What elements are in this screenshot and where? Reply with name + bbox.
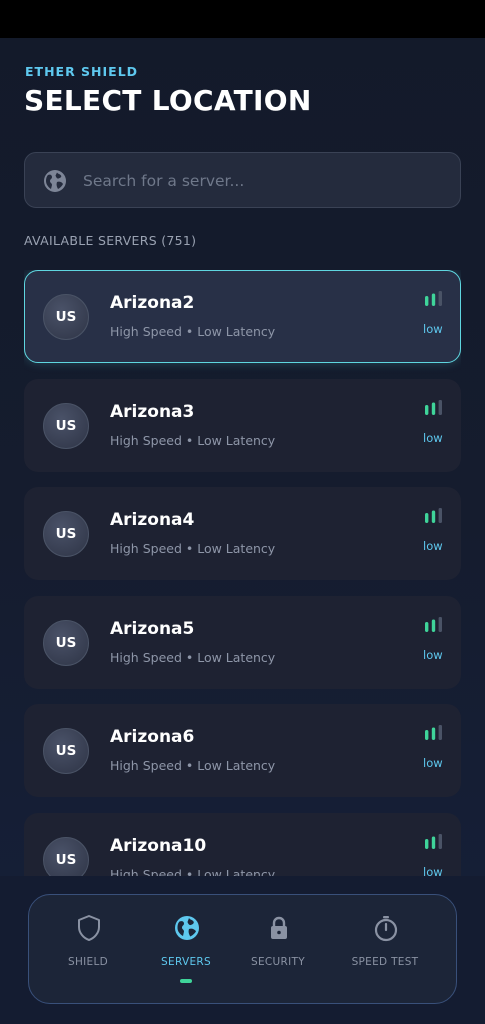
signal-strength-icon bbox=[425, 508, 442, 523]
ping-label: low bbox=[423, 322, 443, 336]
server-subtitle: High Speed • Low Latency bbox=[110, 758, 276, 773]
signal-strength-icon bbox=[425, 291, 442, 306]
signal-strength-icon bbox=[425, 616, 442, 632]
server-name: Arizona5 bbox=[110, 618, 195, 639]
server-card[interactable]: US Arizona2 High Speed • Low Latency low bbox=[24, 270, 461, 363]
country-badge: US bbox=[43, 728, 89, 774]
shield-icon bbox=[78, 915, 100, 941]
server-card[interactable]: US Arizona4 High Speed • Low Latency low bbox=[24, 487, 461, 580]
server-name: Arizona6 bbox=[110, 727, 195, 747]
server-subtitle: High Speed • Low Latency bbox=[110, 324, 276, 339]
country-badge: US bbox=[43, 402, 89, 449]
ping-label: low bbox=[423, 756, 443, 770]
signal-strength-icon bbox=[425, 399, 442, 415]
server-card[interactable]: US Arizona6 High Speed • Low Latency low bbox=[24, 704, 461, 797]
tab-speed-test[interactable]: SPEED TEST bbox=[335, 895, 435, 1003]
server-subtitle: High Speed • Low Latency bbox=[110, 541, 276, 556]
ping-label: low bbox=[423, 647, 443, 662]
server-subtitle: High Speed • Low Latency bbox=[110, 432, 276, 448]
signal-strength-icon bbox=[425, 725, 442, 740]
server-name: Arizona3 bbox=[110, 401, 195, 422]
search-bar[interactable] bbox=[24, 152, 461, 209]
app-brand: ETHER SHIELD bbox=[25, 64, 139, 79]
bottom-nav: SHIELD SERVERS SECURITY SPEED TEST bbox=[28, 894, 457, 1004]
tab-label: SERVERS bbox=[161, 956, 211, 968]
server-subtitle: High Speed • Low Latency bbox=[110, 649, 276, 665]
tab-label: SHIELD bbox=[67, 956, 109, 968]
globe-icon bbox=[175, 916, 199, 940]
country-badge: US bbox=[43, 294, 89, 340]
server-card[interactable]: US Arizona5 High Speed • Low Latency low bbox=[24, 595, 461, 689]
status-bar bbox=[0, 0, 485, 38]
ping-label: low bbox=[423, 539, 443, 553]
tab-servers[interactable]: SERVERS bbox=[136, 895, 236, 1003]
server-card[interactable]: US Arizona10 High Speed • Low Latency low bbox=[24, 812, 461, 877]
search-input[interactable] bbox=[81, 153, 445, 209]
available-servers-label: AVAILABLE SERVERS (751) bbox=[24, 233, 197, 248]
server-subtitle: High Speed • Low Latency bbox=[110, 866, 276, 877]
server-name: Arizona4 bbox=[110, 510, 195, 530]
ping-label: low bbox=[423, 864, 443, 877]
signal-strength-icon bbox=[425, 833, 442, 849]
ping-label: low bbox=[423, 430, 443, 445]
country-badge: US bbox=[43, 836, 89, 876]
server-list[interactable]: US Arizona2 High Speed • Low Latency low US A… bbox=[24, 270, 461, 876]
country-badge: US bbox=[43, 511, 89, 557]
active-tab-indicator bbox=[180, 979, 192, 983]
stopwatch-icon bbox=[374, 916, 398, 942]
globe-icon bbox=[44, 170, 66, 192]
server-card[interactable]: US Arizona3 High Speed • Low Latency low bbox=[24, 378, 461, 472]
tab-security[interactable]: SECURITY bbox=[228, 895, 328, 1003]
server-name: Arizona2 bbox=[110, 293, 195, 313]
tab-shield[interactable]: SHIELD bbox=[38, 895, 138, 1003]
page-title: SELECT LOCATION bbox=[24, 84, 312, 117]
server-name: Arizona10 bbox=[110, 835, 207, 856]
tab-label: SECURITY bbox=[251, 956, 305, 968]
tab-label: SPEED TEST bbox=[351, 956, 419, 968]
lock-icon bbox=[271, 916, 287, 939]
country-badge: US bbox=[43, 619, 89, 666]
